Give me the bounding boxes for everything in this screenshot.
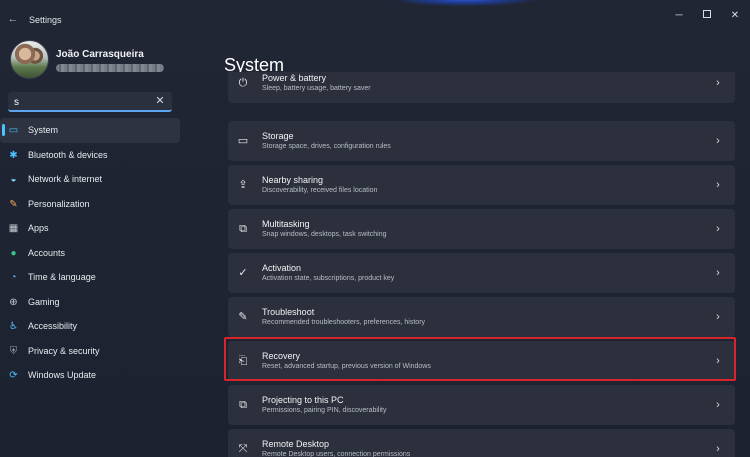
remote-desktop-icon: ⤧: [238, 443, 248, 455]
projector-icon: ⧉: [239, 399, 247, 411]
setting-card-activation[interactable]: ✓ Activation Activation state, subscriptio…: [228, 253, 735, 293]
user-name: João Carrasqueira: [56, 49, 144, 60]
clear-search-icon[interactable]: ✕: [154, 95, 166, 107]
system-icon: ▭: [8, 125, 19, 136]
wifi-icon: ◒: [10, 174, 17, 185]
search-box: ✕: [8, 92, 172, 112]
chevron-right-icon: ›: [716, 399, 720, 411]
chevron-right-icon: ›: [716, 179, 720, 191]
close-button[interactable]: ✕: [725, 9, 745, 23]
sidebar-item-privacy-security[interactable]: ⛨ Privacy & security: [0, 339, 180, 364]
accessibility-icon: ♿: [9, 321, 18, 332]
setting-description: Recommended troubleshooters, preferences…: [262, 319, 426, 326]
sidebar-item-accounts[interactable]: ● Accounts: [0, 241, 180, 266]
sidebar-item-bluetooth-devices[interactable]: ✱ Bluetooth & devices: [0, 143, 180, 168]
sidebar-item-label: Accounts: [28, 247, 66, 258]
accounts-icon: ●: [10, 247, 17, 259]
update-icon: ⟳: [9, 370, 18, 381]
chevron-right-icon: ›: [716, 311, 720, 323]
search-input[interactable]: [14, 95, 144, 109]
setting-title: Activation: [262, 263, 302, 273]
active-indicator: [2, 124, 5, 136]
brush-icon: ✎: [9, 198, 18, 210]
setting-title: Remote Desktop: [262, 439, 330, 449]
setting-title: Storage: [262, 131, 294, 141]
sidebar-item-label: Accessibility: [28, 321, 78, 331]
sidebar-item-apps[interactable]: ▦ Apps: [0, 216, 180, 241]
user-email-redacted: [56, 64, 164, 72]
setting-card-remote-desktop[interactable]: ⤧ Remote Desktop Remote Desktop users, con…: [228, 429, 735, 457]
bluetooth-icon: ✱: [9, 149, 18, 161]
sidebar-item-label: Windows Update: [28, 370, 97, 380]
setting-card-nearby-sharing[interactable]: ⇪ Nearby sharing Discoverability, received…: [228, 165, 735, 205]
recovery-highlight-box: [224, 337, 736, 381]
chevron-right-icon: ›: [716, 223, 720, 235]
setting-title: Troubleshoot: [262, 307, 315, 317]
setting-description: Permissions, pairing PIN, discoverabilit…: [262, 407, 387, 414]
sidebar-nav: ▭ System ✱ Bluetooth & devices ◒ Network & in…: [0, 118, 182, 388]
sidebar-item-label: Network & internet: [28, 174, 103, 184]
multitasking-icon: ⧉: [239, 223, 247, 235]
gamepad-icon: ⊕: [9, 296, 18, 308]
app-title: Settings: [29, 15, 62, 25]
storage-icon: ▭: [237, 135, 249, 147]
chevron-right-icon: ›: [716, 443, 720, 455]
setting-card-projecting-to-this-pc[interactable]: ⧉ Projecting to this PC Permissions, pairi…: [228, 385, 735, 425]
setting-description: Snap windows, desktops, task switching: [262, 231, 387, 238]
setting-title: Projecting to this PC: [262, 395, 344, 405]
activation-check-icon: ✓: [238, 267, 248, 279]
chevron-right-icon: ›: [716, 77, 720, 89]
settings-window: ← Settings ─ ✕ João Carrasqueira ✕ ▭ Syst…: [0, 0, 750, 457]
sidebar-item-label: System: [28, 125, 59, 135]
setting-description: Storage space, drives, configuration rul…: [262, 143, 391, 150]
maximize-icon: [703, 10, 711, 18]
chevron-right-icon: ›: [716, 267, 720, 279]
chevron-right-icon: ›: [716, 135, 720, 147]
maximize-button[interactable]: [697, 9, 717, 23]
power-icon: ⏻: [238, 77, 248, 89]
sidebar-item-label: Apps: [28, 223, 49, 233]
sidebar-item-label: Privacy & security: [28, 345, 100, 356]
sidebar-item-time-language[interactable]: ◔ Time & language: [0, 265, 180, 290]
sidebar-item-label: Time & language: [28, 272, 96, 282]
title-bar: ← Settings ─ ✕: [0, 0, 750, 34]
share-icon: ⇪: [238, 179, 248, 191]
setting-description: Sleep, battery usage, battery saver: [262, 85, 371, 92]
setting-title: Multitasking: [262, 219, 310, 229]
avatar[interactable]: [10, 40, 49, 79]
setting-title: Nearby sharing: [262, 175, 324, 185]
setting-card-storage[interactable]: ▭ Storage Storage space, drives, configura…: [228, 121, 735, 161]
sidebar-item-personalization[interactable]: ✎ Personalization: [0, 192, 180, 217]
sidebar-item-accessibility[interactable]: ♿ Accessibility: [0, 314, 180, 339]
setting-description: Discoverability, received files location: [262, 187, 378, 194]
setting-card-multitasking[interactable]: ⧉ Multitasking Snap windows, desktops, tas…: [228, 209, 735, 249]
apps-icon: ▦: [8, 223, 19, 234]
settings-list: ⏻ Power & battery Sleep, battery usage, ba…: [228, 72, 735, 457]
sidebar-item-label: Bluetooth & devices: [28, 149, 108, 160]
sidebar-item-label: Personalization: [28, 198, 90, 209]
sidebar-item-system[interactable]: ▭ System: [0, 118, 180, 143]
sidebar-item-gaming[interactable]: ⊕ Gaming: [0, 290, 180, 315]
back-arrow-icon[interactable]: ←: [6, 12, 20, 26]
minimize-button[interactable]: ─: [669, 9, 689, 23]
setting-title: Power & battery: [262, 73, 327, 83]
setting-card-troubleshoot[interactable]: ✎ Troubleshoot Recommended troubleshooters…: [228, 297, 735, 337]
shield-icon: ⛨: [9, 345, 18, 357]
setting-description: Activation state, subscriptions, product…: [262, 275, 395, 282]
sidebar-item-label: Gaming: [28, 296, 60, 307]
wrench-icon: ✎: [238, 311, 248, 323]
setting-card-power-battery[interactable]: ⏻ Power & battery Sleep, battery usage, ba…: [228, 72, 735, 103]
sidebar-item-network-internet[interactable]: ◒ Network & internet: [0, 167, 180, 192]
globe-clock-icon: ◔: [10, 272, 17, 283]
setting-description: Remote Desktop users, connection permiss…: [262, 451, 411, 457]
sidebar-item-windows-update[interactable]: ⟳ Windows Update: [0, 363, 180, 388]
